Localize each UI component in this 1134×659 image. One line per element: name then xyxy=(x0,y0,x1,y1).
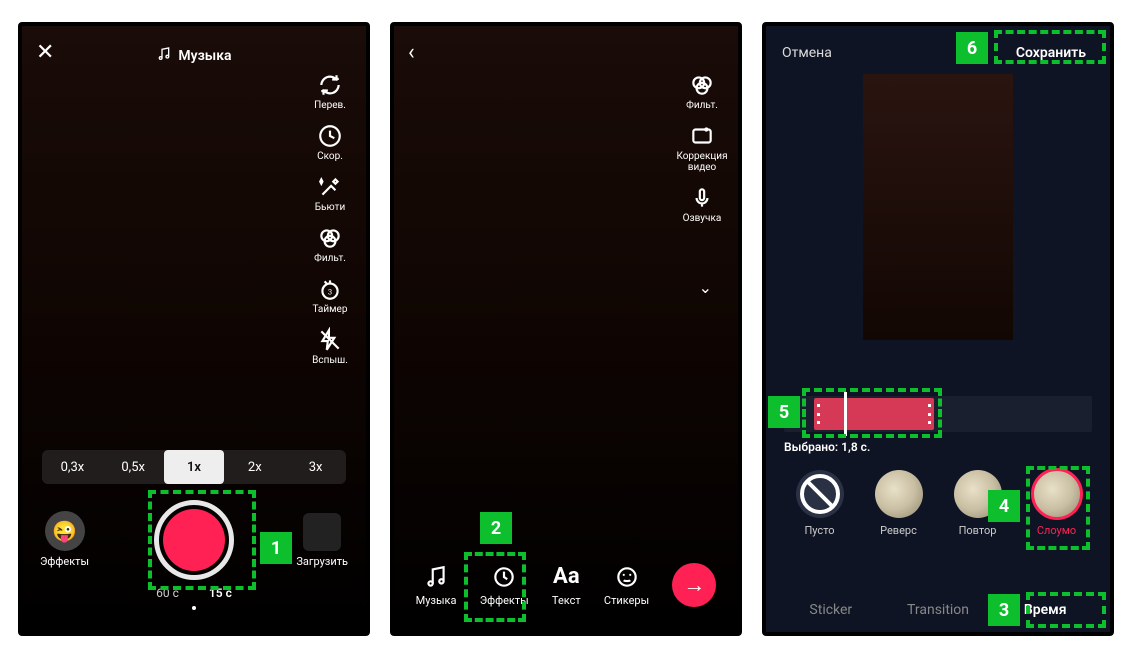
timeline[interactable] xyxy=(784,396,1092,432)
filters-button[interactable]: Фильт. xyxy=(302,225,358,264)
speed-button[interactable]: Скор. xyxy=(302,123,358,162)
timer-button[interactable]: 3 Таймер xyxy=(302,276,358,315)
speed-selector: 0,3x 0,5x 1x 2x 3x xyxy=(42,450,346,484)
reverse-thumb-icon xyxy=(875,470,923,518)
duration-15s[interactable]: 15 с xyxy=(209,586,232,600)
voice-button[interactable]: Озвучка xyxy=(674,185,730,224)
effects-button[interactable]: 😜 Эффекты xyxy=(40,511,89,568)
flip-label: Перев. xyxy=(314,100,346,111)
effect-repeat-label: Повтор xyxy=(959,524,997,537)
text-label: Текст xyxy=(552,594,581,607)
selection-duration-label: Выбрано: 1,8 с. xyxy=(784,440,870,454)
duration-dot-icon xyxy=(192,606,196,610)
speed-2x[interactable]: 2x xyxy=(224,450,285,484)
flash-label: Вспыш. xyxy=(312,355,348,366)
music-note-icon xyxy=(156,46,172,66)
duration-60s[interactable]: 60 с xyxy=(156,586,179,600)
tool-column: Фильт. Коррекция видео Озвучка xyxy=(674,72,730,224)
music-label: Музыка xyxy=(178,48,231,64)
effect-slowmo[interactable]: Слоумо xyxy=(1033,470,1081,537)
video-preview xyxy=(863,74,1013,340)
wink-icon: 😜 xyxy=(45,511,85,551)
selection-handle-right[interactable] xyxy=(928,404,931,424)
screen-time-effects: Отмена Сохранить Выбрано: 1,8 с. Пусто Р… xyxy=(762,22,1114,636)
beauty-button[interactable]: Бьюти xyxy=(302,174,358,213)
save-button[interactable]: Сохранить xyxy=(1008,41,1094,65)
cancel-button[interactable]: Отмена xyxy=(782,45,832,61)
tab-transition[interactable]: Transition xyxy=(907,602,969,618)
selection-handle-left[interactable] xyxy=(817,404,820,424)
record-area: 😜 Эффекты Загрузить 60 с 15 с xyxy=(22,482,366,602)
add-music-button[interactable]: Музыка xyxy=(156,46,231,66)
tab-sticker[interactable]: Sticker xyxy=(809,602,852,618)
speed-1x[interactable]: 1x xyxy=(164,450,225,484)
effect-reverse[interactable]: Реверс xyxy=(875,470,923,537)
effects-label: Эффекты xyxy=(40,555,89,568)
effect-reverse-label: Реверс xyxy=(880,524,917,537)
correction-button[interactable]: Коррекция видео xyxy=(674,123,730,173)
slowmo-thumb-icon xyxy=(1033,470,1081,518)
filters-label: Фильт. xyxy=(314,253,346,264)
tool-column: Перев. Скор. Бьюти Фильт. 3 Таймер Вспыш… xyxy=(302,72,358,366)
badge-2: 2 xyxy=(480,512,512,544)
record-button[interactable] xyxy=(154,500,234,580)
text-icon: Aa xyxy=(553,564,580,590)
topbar: Музыка xyxy=(22,40,366,72)
timeline-selection[interactable] xyxy=(814,398,934,430)
effect-none[interactable]: Пусто xyxy=(796,470,844,537)
none-icon xyxy=(796,470,844,518)
stickers-label: Стикеры xyxy=(604,594,649,607)
filters-button[interactable]: Фильт. xyxy=(674,72,730,111)
music-button[interactable]: Музыка xyxy=(416,564,457,607)
effects-label: Эффекты xyxy=(480,594,529,607)
effect-tabs: Sticker Transition Время xyxy=(766,602,1110,618)
flash-button[interactable]: Вспыш. xyxy=(302,327,358,366)
correction-label: Коррекция видео xyxy=(674,151,730,173)
duration-row: 60 с 15 с xyxy=(22,586,366,600)
effect-slowmo-label: Слоумо xyxy=(1037,524,1076,537)
next-button[interactable]: → xyxy=(672,563,716,607)
upload-button[interactable]: Загрузить xyxy=(296,513,348,568)
upload-label: Загрузить xyxy=(296,555,348,568)
beauty-label: Бьюти xyxy=(315,202,345,213)
svg-text:3: 3 xyxy=(328,287,332,296)
speed-label: Скор. xyxy=(317,151,343,162)
music-label: Музыка xyxy=(416,594,457,607)
filters-label: Фильт. xyxy=(686,100,718,111)
back-button[interactable]: ‹ xyxy=(408,40,415,65)
effects-button[interactable]: Эффекты xyxy=(480,564,529,607)
stickers-button[interactable]: Стикеры xyxy=(604,564,649,607)
text-button[interactable]: Aa Текст xyxy=(552,564,581,607)
effect-row: Пусто Реверс Повтор Слоумо xyxy=(766,470,1110,537)
playhead[interactable] xyxy=(844,392,847,436)
effect-repeat[interactable]: Повтор xyxy=(954,470,1002,537)
voice-label: Озвучка xyxy=(683,213,722,224)
speed-0.3x[interactable]: 0,3x xyxy=(42,450,103,484)
timer-label: Таймер xyxy=(313,304,348,315)
screen-record: ✕ Музыка Перев. Скор. Бьюти Фильт. 3 Тай… xyxy=(18,22,370,636)
flip-button[interactable]: Перев. xyxy=(302,72,358,111)
repeat-thumb-icon xyxy=(954,470,1002,518)
tab-time[interactable]: Время xyxy=(1024,602,1067,618)
record-inner-icon xyxy=(163,509,225,571)
speed-0.5x[interactable]: 0,5x xyxy=(103,450,164,484)
arrow-right-icon: → xyxy=(683,572,705,598)
edit-bottom-bar: Музыка Эффекты Aa Текст Стикеры → xyxy=(394,550,738,620)
top-bar: Отмена Сохранить xyxy=(766,38,1110,68)
upload-thumbnail-icon xyxy=(303,513,341,551)
chevron-down-icon[interactable]: ⌄ xyxy=(699,278,712,297)
speed-3x[interactable]: 3x xyxy=(285,450,346,484)
effect-none-label: Пусто xyxy=(804,524,834,537)
screen-edit: ‹ Фильт. Коррекция видео Озвучка ⌄ Музык… xyxy=(390,22,742,636)
